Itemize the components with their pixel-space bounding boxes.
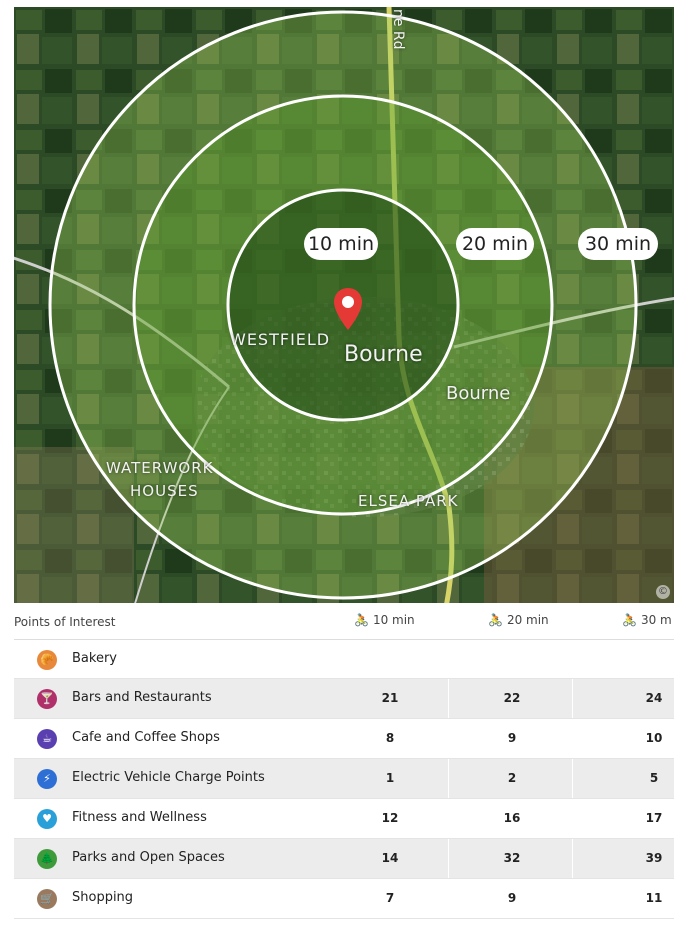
column-divider <box>572 799 573 838</box>
poi-name: Parks and Open Spaces <box>72 850 225 865</box>
map-label-houses: HOUSES <box>130 482 199 500</box>
poi-name: Bakery <box>72 651 117 666</box>
column-divider <box>572 640 573 678</box>
column-divider <box>448 799 449 838</box>
table-row[interactable]: ♥ Fitness and Wellness 12 16 17 <box>14 799 674 839</box>
poi-name: Cafe and Coffee Shops <box>72 730 220 745</box>
count-30-min: 10 <box>645 731 663 745</box>
coffee-cup-icon: ☕ <box>37 729 57 749</box>
count-10-min: 7 <box>385 891 395 905</box>
map-label-road: ne Rd <box>390 9 406 50</box>
count-30-min: 17 <box>645 811 663 825</box>
location-pin-icon[interactable] <box>332 286 364 332</box>
column-label: 20 min <box>506 613 549 627</box>
count-10-min: 14 <box>381 851 399 865</box>
count-20-min: 2 <box>507 771 517 785</box>
column-divider <box>448 839 449 878</box>
cycling-icon: 🚴 <box>488 613 503 627</box>
count-30-min: 24 <box>645 691 663 705</box>
ring-label-10-min: 10 min <box>304 228 378 260</box>
table-title: Points of Interest <box>14 615 116 629</box>
table-row[interactable]: 🌲 Parks and Open Spaces 14 32 39 <box>14 839 674 879</box>
map-label-bourne: Bourne <box>344 342 423 367</box>
table-row[interactable]: ☕ Cafe and Coffee Shops 8 9 10 <box>14 719 674 759</box>
table-header: Points of Interest 🚴 10 min 🚴 20 min 🚴 3… <box>14 605 674 640</box>
poi-name: Fitness and Wellness <box>72 810 207 825</box>
column-10-min: 🚴 10 min <box>354 613 415 627</box>
map-label-westfield: WESTFIELD <box>230 330 331 349</box>
column-divider <box>448 640 449 678</box>
poi-name: Electric Vehicle Charge Points <box>72 770 265 785</box>
count-10-min: 8 <box>385 731 395 745</box>
column-divider <box>448 879 449 918</box>
table-row[interactable]: 🍸 Bars and Restaurants 21 22 24 <box>14 679 674 719</box>
poi-name: Bars and Restaurants <box>72 690 212 705</box>
column-divider <box>572 679 573 718</box>
isochrone-map[interactable]: ne Rd WESTFIELD Bourne Bourne WATERWORK … <box>14 7 674 603</box>
column-divider <box>572 719 573 758</box>
table-row[interactable]: 🥐 Bakery <box>14 640 674 679</box>
cycling-icon: 🚴 <box>354 613 369 627</box>
column-label: 10 min <box>372 613 415 627</box>
tree-icon: 🌲 <box>37 849 57 869</box>
column-divider <box>448 759 449 798</box>
bakery-icon: 🥐 <box>37 650 57 670</box>
column-label: 30 m <box>640 613 672 627</box>
table-row[interactable]: 🛒 Shopping 7 9 11 <box>14 879 674 919</box>
count-30-min: 11 <box>645 891 663 905</box>
count-20-min: 9 <box>507 731 517 745</box>
points-of-interest-table: Points of Interest 🚴 10 min 🚴 20 min 🚴 3… <box>14 605 674 919</box>
count-20-min: 16 <box>503 811 521 825</box>
shopping-cart-icon: 🛒 <box>37 889 57 909</box>
column-divider <box>572 759 573 798</box>
count-20-min: 32 <box>503 851 521 865</box>
count-30-min: 5 <box>649 771 659 785</box>
heart-icon: ♥ <box>37 809 57 829</box>
count-20-min: 9 <box>507 891 517 905</box>
page: ne Rd WESTFIELD Bourne Bourne WATERWORK … <box>0 0 674 929</box>
cycling-icon: 🚴 <box>622 613 637 627</box>
map-attribution-icon[interactable]: © <box>656 585 670 599</box>
map-label-bourne-secondary: Bourne <box>446 383 511 404</box>
count-10-min: 21 <box>381 691 399 705</box>
ev-charge-icon: ⚡ <box>37 769 57 789</box>
cocktail-icon: 🍸 <box>37 689 57 709</box>
column-divider <box>448 679 449 718</box>
ring-label-30-min: 30 min <box>578 228 658 260</box>
count-20-min: 22 <box>503 691 521 705</box>
poi-name: Shopping <box>72 890 134 905</box>
column-20-min: 🚴 20 min <box>488 613 549 627</box>
column-divider <box>572 879 573 918</box>
map-label-waterwork: WATERWORK <box>106 459 214 477</box>
count-30-min: 39 <box>645 851 663 865</box>
count-10-min: 12 <box>381 811 399 825</box>
ring-label-20-min: 20 min <box>456 228 534 260</box>
column-30-min: 🚴 30 m <box>622 613 672 627</box>
count-10-min: 1 <box>385 771 395 785</box>
map-label-elsea-park: ELSEA PARK <box>358 492 459 510</box>
column-divider <box>572 839 573 878</box>
table-body: 🥐 Bakery 🍸 Bars and Restaurants 21 22 24 ☕ Cafe … <box>14 640 674 919</box>
column-divider <box>448 719 449 758</box>
table-row[interactable]: ⚡ Electric Vehicle Charge Points 1 2 5 <box>14 759 674 799</box>
